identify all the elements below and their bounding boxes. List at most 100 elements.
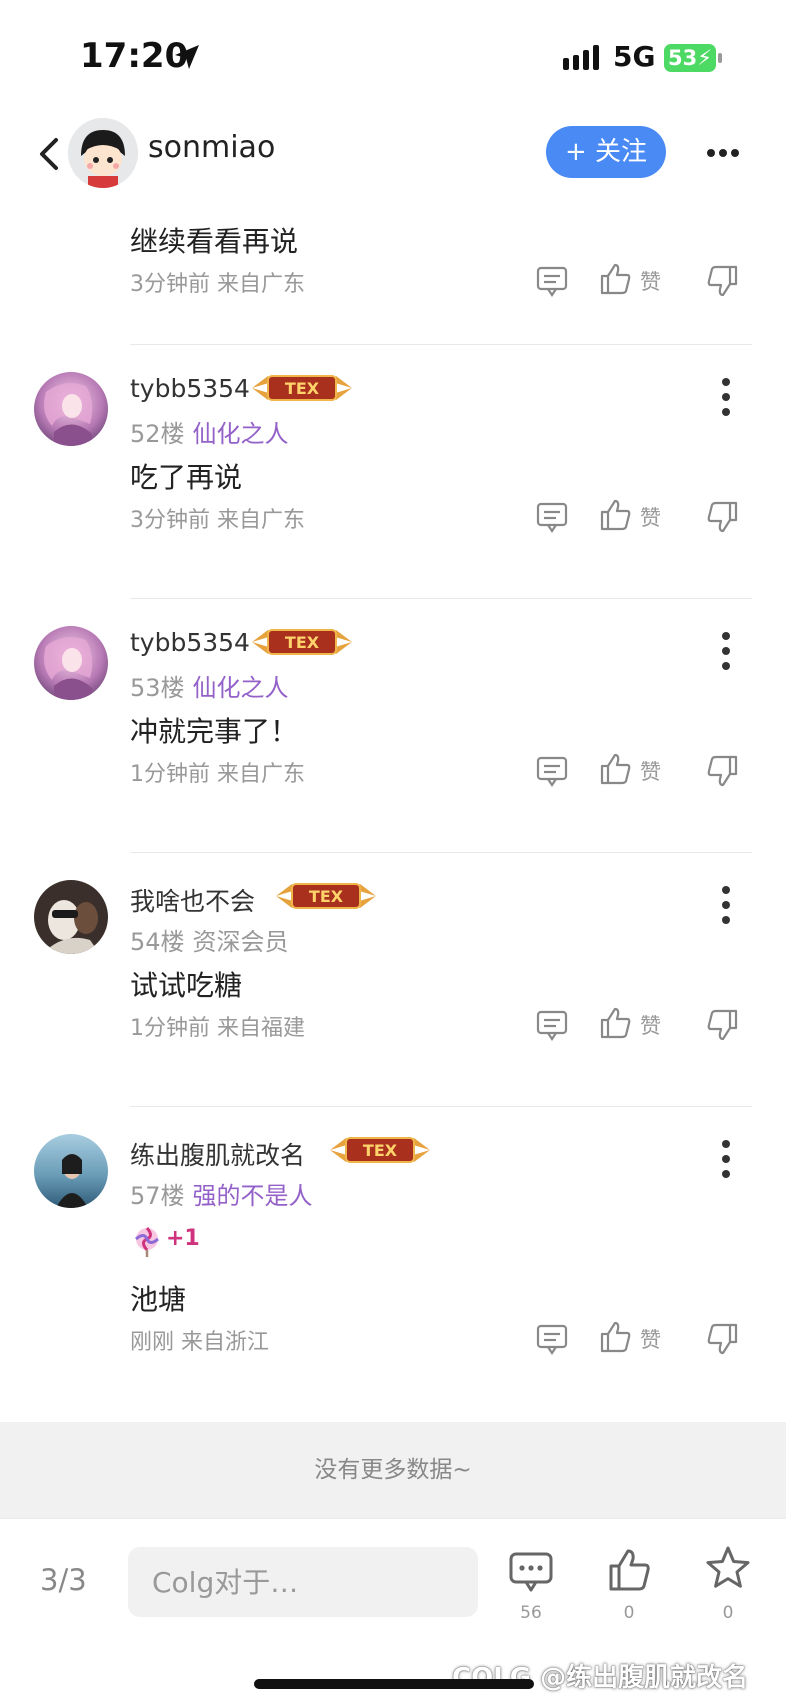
reply-icon[interactable] [535,264,569,298]
more-vertical-icon[interactable] [718,374,734,420]
divider [130,1106,752,1107]
level-badge: TEX [276,883,376,909]
list-item: 我啥也不会 TEX 54楼 资深会员 试试吃糖 1分钟前 来自福建 赞 [0,854,786,1108]
comment-meta: 1分钟前 来自广东 [130,762,305,787]
divider [130,852,752,853]
list-item: tybb5354 TEX 53楼 仙化之人 冲就完事了！ 1分钟前 来自广东 赞 [0,600,786,854]
comment-meta: 3分钟前 来自广东 [130,272,305,297]
cartoon-face-icon [68,118,138,188]
thumbs-down-icon[interactable] [706,1322,740,1356]
floor-info: 53楼 仙化之人 [130,668,289,703]
follow-button[interactable]: + 关注 [546,126,666,178]
comment-meta: 刚刚 来自浙江 [130,1330,269,1355]
location-arrow-icon [175,45,199,69]
thumbs-up-icon[interactable] [598,752,632,786]
more-vertical-icon[interactable] [718,1136,734,1182]
reaction-count: +1 [166,1226,200,1251]
user-title: 强的不是人 [192,1182,313,1210]
like-label[interactable]: 赞 [640,266,661,296]
badge-text: TEX [285,379,320,398]
battery-icon: 53⚡ [664,44,716,72]
avatar[interactable] [34,880,108,954]
list-item: 练出腹肌就改名 TEX 57楼 强的不是人 +1 池塘 刚刚 来自浙江 赞 [0,1108,786,1422]
floor-info: 57楼 强的不是人 [130,1176,313,1211]
thumbs-down-icon[interactable] [706,264,740,298]
author-avatar[interactable] [68,118,138,188]
like-label[interactable]: 赞 [640,502,661,532]
level-badge: TEX [330,1137,430,1163]
like-label[interactable]: 赞 [640,756,661,786]
status-bar: 17:20 5G 53⚡ [0,0,786,110]
comment-icon[interactable] [508,1549,554,1595]
like-label[interactable]: 赞 [640,1324,661,1354]
divider [130,344,752,345]
avatar[interactable] [34,626,108,700]
anime-avatar-icon [34,626,108,700]
user-title: 仙化之人 [192,420,289,448]
floor-info: 54楼 资深会员 [130,922,289,957]
battery-level: 53 [668,46,698,70]
comment-meta: 1分钟前 来自福建 [130,1016,305,1041]
anime-avatar-icon [34,372,108,446]
badge-text: TEX [363,1141,398,1160]
reply-icon[interactable] [535,1008,569,1042]
avatar[interactable] [34,372,108,446]
photo-avatar-icon [34,1134,108,1208]
comment-count: 56 [520,1603,542,1623]
comment-text: 试试吃糖 [130,969,243,1002]
thumbs-down-icon[interactable] [706,1008,740,1042]
badge-text: TEX [285,633,320,652]
network-type: 5G [613,40,656,73]
more-vertical-icon[interactable] [718,882,734,928]
comment-text: 继续看看再说 [130,225,299,258]
comment-input[interactable] [128,1547,478,1617]
more-options-icon[interactable] [706,148,740,158]
back-chevron-icon[interactable] [34,136,64,172]
reply-icon[interactable] [535,754,569,788]
thumbs-down-icon[interactable] [706,500,740,534]
star-icon[interactable] [705,1545,751,1591]
comment-text: 冲就完事了！ [130,715,299,748]
comment-meta: 3分钟前 来自广东 [130,508,305,533]
floor-info: 52楼 仙化之人 [130,414,289,449]
thumbs-up-icon[interactable] [598,1006,632,1040]
comment-author[interactable]: 练出腹肌就改名 [130,1136,305,1172]
like-count: 0 [623,1603,635,1623]
user-title: 资深会员 [192,928,289,956]
like-label[interactable]: 赞 [640,1010,661,1040]
no-more-data: 没有更多数据~ [0,1422,786,1518]
comment-author[interactable]: tybb5354 [130,374,250,403]
reply-icon[interactable] [535,500,569,534]
thumbs-up-icon[interactable] [598,1320,632,1354]
bottom-action-bar: 3/3 56 0 0 COLG @练出腹肌就改名 [0,1518,786,1705]
list-item: tybb5354 TEX 52楼 仙化之人 吃了再说 3分钟前 来自广东 赞 [0,346,786,600]
like-icon[interactable] [606,1547,652,1593]
badge-text: TEX [309,887,344,906]
more-vertical-icon[interactable] [718,628,734,674]
battery-cap [718,53,722,63]
user-title: 仙化之人 [192,674,289,702]
signal-bars-icon [563,45,599,70]
avatar[interactable] [34,1134,108,1208]
comment-author[interactable]: 我啥也不会 [130,882,255,918]
top-nav-bar: sonmiao + 关注 [0,110,786,198]
list-item: 继续看看再说 3分钟前 来自广东 赞 [0,198,786,346]
thumbs-down-icon[interactable] [706,754,740,788]
floor-number: 54楼 [130,928,185,956]
candy-sticker-icon[interactable] [130,1224,164,1258]
floor-number: 57楼 [130,1182,185,1210]
home-indicator[interactable] [254,1679,534,1689]
level-badge: TEX [252,629,352,655]
comment-text: 吃了再说 [130,461,243,494]
thumbs-up-icon[interactable] [598,262,632,296]
floor-number: 53楼 [130,674,185,702]
comment-author[interactable]: tybb5354 [130,628,250,657]
page-indicator[interactable]: 3/3 [40,1563,87,1597]
reply-icon[interactable] [535,1322,569,1356]
favorite-count: 0 [722,1603,734,1623]
level-badge: TEX [252,375,352,401]
thumbs-up-icon[interactable] [598,498,632,532]
author-username[interactable]: sonmiao [148,130,275,165]
photo-avatar-icon [34,880,108,954]
divider [130,598,752,599]
